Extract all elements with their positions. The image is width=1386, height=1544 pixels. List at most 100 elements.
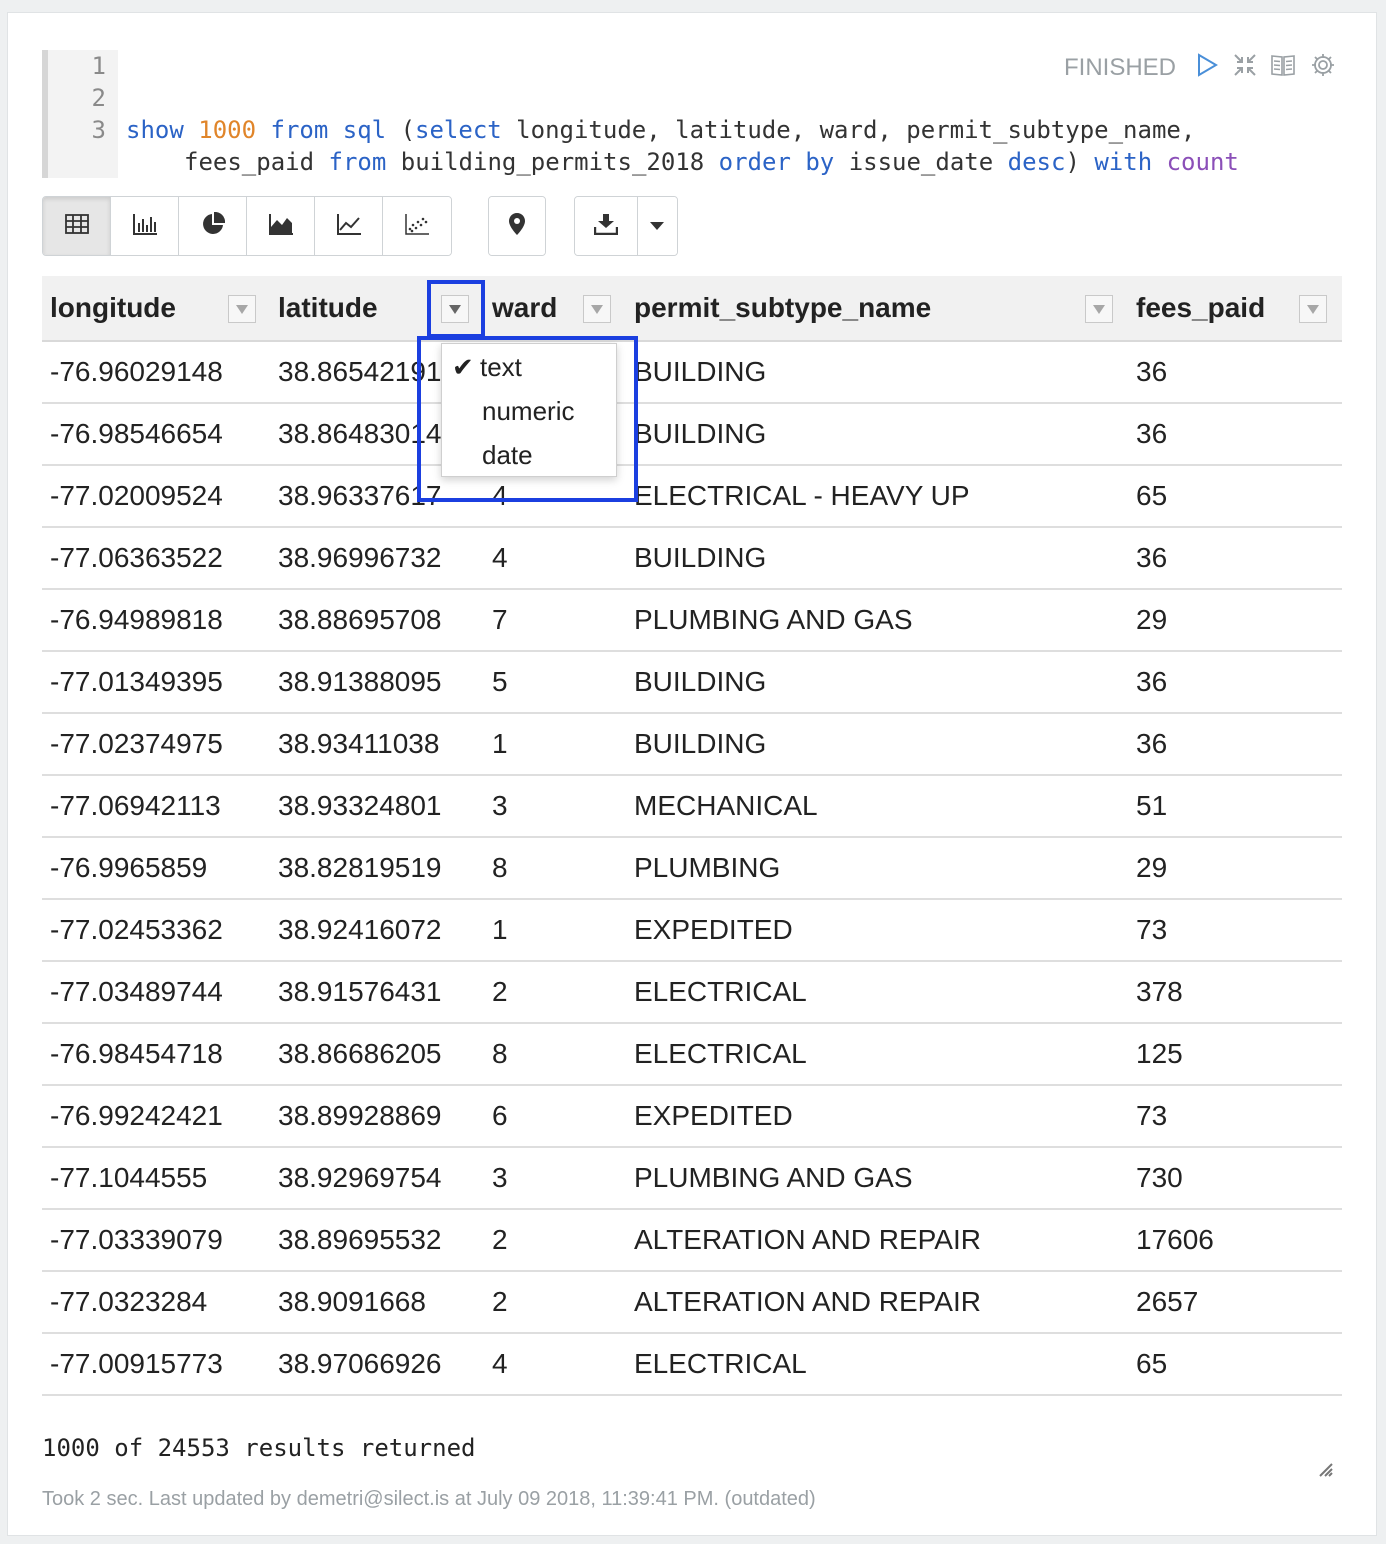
gear-icon[interactable] [1310, 52, 1336, 78]
cell-longitude: -77.03489744 [50, 976, 223, 1007]
table-row: -77.02009524 38.96337617 4 ELECTRICAL - HEA… [42, 466, 1342, 528]
cell-latitude: 38.93324801 [278, 790, 442, 821]
map-group [488, 196, 546, 256]
cell-latitude: 38.89695532 [278, 1224, 442, 1255]
download-options-button[interactable] [637, 197, 677, 255]
cell-ward: 5 [492, 666, 508, 697]
cell-ward: 4 [492, 1348, 508, 1379]
area-chart-button[interactable] [247, 197, 315, 255]
cell-fees-paid: 29 [1136, 852, 1168, 883]
cell-permit-subtype-name: BUILDING [634, 418, 767, 449]
chart-type-group [42, 196, 452, 256]
cell-latitude: 38.89928869 [278, 1100, 442, 1131]
column-header-fees-paid[interactable]: fees_paid [1136, 292, 1265, 324]
cell-longitude: -77.01349395 [50, 666, 223, 697]
cell-latitude: 38.82819519 [278, 852, 442, 883]
cell-ward: 3 [492, 1162, 508, 1193]
cell-permit-subtype-name: PLUMBING AND GAS [634, 604, 913, 635]
cell-latitude: 38.97066926 [278, 1348, 442, 1379]
column-type-toggle[interactable] [583, 295, 611, 323]
cell-fees-paid: 125 [1136, 1038, 1183, 1069]
pie-chart-button[interactable] [179, 197, 247, 255]
cell-longitude: -77.06942113 [50, 790, 221, 821]
map-button[interactable] [489, 197, 545, 255]
cell-longitude: -76.96029148 [50, 356, 223, 387]
cell-fees-paid: 73 [1136, 914, 1168, 945]
cell-latitude: 38.88695708 [278, 604, 442, 635]
column-type-toggle[interactable] [228, 295, 256, 323]
table-row: -76.96029148 38.86542191 BUILDING 36 [42, 342, 1342, 404]
cell-permit-subtype-name: ELECTRICAL - HEAVY UP [634, 480, 970, 511]
cell-fees-paid: 378 [1136, 976, 1183, 1007]
cell-latitude: 38.92416072 [278, 914, 442, 945]
cell-longitude: -76.98546654 [50, 418, 223, 449]
column-type-toggle[interactable] [1085, 295, 1113, 323]
resize-handle-icon[interactable] [1316, 1460, 1334, 1478]
table-row: -76.98454718 38.86686205 8 ELECTRICAL 125 [42, 1024, 1342, 1086]
line-number: 1 [91, 52, 106, 80]
cell-fees-paid: 36 [1136, 728, 1168, 759]
cell-fees-paid: 36 [1136, 542, 1168, 573]
download-button[interactable] [575, 197, 638, 255]
line-chart-icon [336, 213, 362, 240]
cell-permit-subtype-name: EXPEDITED [634, 1100, 793, 1131]
table-row: -77.0323284 38.9091668 2 ALTERATION AND REP… [42, 1272, 1342, 1334]
cell-permit-subtype-name: BUILDING [634, 666, 767, 697]
cell-longitude: -77.02453362 [50, 914, 223, 945]
cell-permit-subtype-name: BUILDING [634, 542, 767, 573]
cell-fees-paid: 730 [1136, 1162, 1183, 1193]
column-header-ward[interactable]: ward [492, 292, 557, 324]
cell-ward: 3 [492, 790, 508, 821]
column-header-latitude[interactable]: latitude [278, 292, 378, 324]
book-icon[interactable] [1270, 52, 1296, 78]
code-editor[interactable]: 1 2 3 show 1000 from sql (select longitu… [42, 50, 1242, 178]
cell-longitude: -77.0323284 [50, 1286, 208, 1317]
cell-ward: 1 [492, 914, 508, 945]
table-row: -77.01349395 38.91388095 5 BUILDING 36 [42, 652, 1342, 714]
table-row: -76.99242421 38.89928869 6 EXPEDITED 73 [42, 1086, 1342, 1148]
area-chart-icon [268, 213, 294, 240]
cell-longitude: -77.00915773 [50, 1348, 223, 1379]
cell-fees-paid: 17606 [1136, 1224, 1214, 1255]
code-line-3: show 1000 from sql (select longitude, la… [126, 116, 1196, 144]
collapse-icon[interactable] [1232, 52, 1258, 78]
caret-down-icon [650, 217, 665, 235]
column-header-longitude[interactable]: longitude [50, 292, 176, 324]
results-table: longitude latitude ward permit_subtype_n… [42, 276, 1342, 1418]
cell-longitude: -77.02374975 [50, 728, 223, 759]
cell-longitude: -76.98454718 [50, 1038, 223, 1069]
column-header-permit-subtype-name[interactable]: permit_subtype_name [634, 292, 931, 324]
table-row-partial [42, 1404, 1342, 1418]
cell-ward: 8 [492, 1038, 508, 1069]
bar-chart-button[interactable] [111, 197, 179, 255]
scatter-chart-icon [404, 213, 430, 240]
pie-chart-icon [201, 211, 225, 241]
status-label: FINISHED [1064, 54, 1177, 81]
cell-fees-paid: 29 [1136, 604, 1168, 635]
cell-longitude: -76.94989818 [50, 604, 223, 635]
table-view-button[interactable] [43, 197, 111, 255]
run-icon[interactable] [1194, 52, 1220, 78]
cell-ward: 2 [492, 976, 508, 1007]
paragraph-meta: Took 2 sec. Last updated by demetri@sile… [42, 1488, 816, 1510]
highlight-box [427, 280, 485, 338]
cell-permit-subtype-name: ELECTRICAL [634, 976, 807, 1007]
highlight-box [417, 336, 638, 502]
table-row: -76.98546654 38.86483014 BUILDING 36 [42, 404, 1342, 466]
cell-permit-subtype-name: ALTERATION AND REPAIR [634, 1224, 981, 1255]
scatter-chart-button[interactable] [383, 197, 451, 255]
line-chart-button[interactable] [315, 197, 383, 255]
cell-ward: 6 [492, 1100, 508, 1131]
cell-ward: 2 [492, 1224, 508, 1255]
cell-ward: 8 [492, 852, 508, 883]
cell-ward: 7 [492, 604, 508, 635]
table-icon [64, 213, 89, 239]
table-row: -77.06363522 38.96996732 4 BUILDING 36 [42, 528, 1342, 590]
bar-chart-icon [132, 213, 158, 240]
line-number: 2 [91, 84, 106, 112]
cell-fees-paid: 73 [1136, 1100, 1168, 1131]
table-row: -76.9965859 38.82819519 8 PLUMBING 29 [42, 838, 1342, 900]
cell-fees-paid: 51 [1136, 790, 1168, 821]
cell-fees-paid: 36 [1136, 666, 1168, 697]
column-type-toggle[interactable] [1299, 295, 1327, 323]
